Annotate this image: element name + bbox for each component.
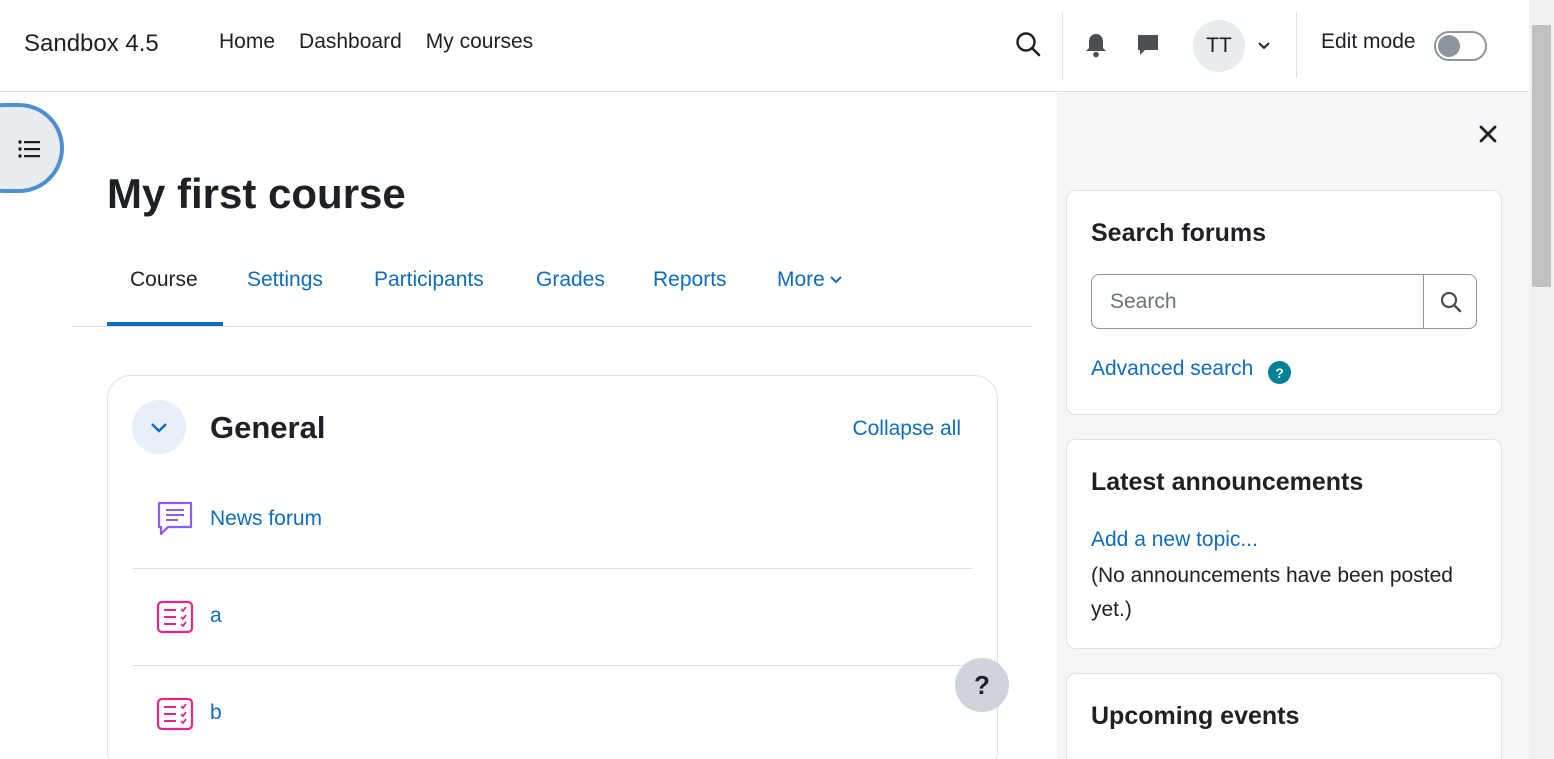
collapse-all-link[interactable]: Collapse all — [852, 417, 961, 441]
toggle-knob — [1438, 35, 1460, 57]
nav-link-dashboard[interactable]: Dashboard — [287, 30, 414, 54]
search-icon — [1440, 291, 1461, 312]
top-navbar: Sandbox 4.5 Home Dashboard My courses TT… — [0, 0, 1529, 92]
nav-link-my-courses[interactable]: My courses — [414, 30, 545, 54]
tab-settings[interactable]: Settings — [247, 268, 323, 292]
tab-course[interactable]: Course — [130, 268, 198, 292]
section-collapse-button[interactable] — [132, 400, 186, 454]
activity-link[interactable]: b — [210, 701, 222, 725]
activity-item: b — [132, 666, 973, 759]
edit-mode-toggle[interactable] — [1434, 31, 1487, 61]
course-secondary-nav: Course Settings Participants Grades Repo… — [72, 256, 1033, 327]
chevron-down-icon — [830, 276, 842, 284]
chevron-down-icon — [151, 423, 167, 433]
page-scrollbar[interactable] — [1529, 0, 1554, 759]
nav-link-home[interactable]: Home — [207, 30, 287, 54]
help-icon[interactable]: ? — [1268, 361, 1291, 384]
tab-reports[interactable]: Reports — [653, 268, 727, 292]
bell-icon[interactable] — [1084, 32, 1108, 58]
tab-grades[interactable]: Grades — [536, 268, 605, 292]
block-title: Latest announcements — [1091, 468, 1364, 496]
activity-item: News forum — [132, 472, 973, 569]
no-announcements-text: (No announcements have been posted yet.) — [1091, 564, 1453, 621]
list-icon — [18, 140, 40, 158]
block-upcoming-events: Upcoming events — [1066, 673, 1502, 759]
page-title: My first course — [107, 170, 406, 217]
navbar-divider — [1296, 12, 1297, 78]
block-search-forums: Search forums Advanced search ? — [1066, 190, 1502, 415]
tab-more[interactable]: More — [777, 268, 843, 292]
search-forums-group — [1091, 274, 1477, 329]
activity-link[interactable]: a — [210, 604, 222, 628]
activity-link[interactable]: News forum — [210, 507, 322, 531]
forum-icon[interactable] — [156, 500, 194, 538]
close-icon[interactable] — [1478, 124, 1498, 144]
section-title: General — [210, 410, 326, 445]
help-button[interactable]: ? — [955, 658, 1009, 712]
block-latest-announcements: Latest announcements Add a new topic... … — [1066, 439, 1502, 649]
search-icon[interactable] — [1014, 30, 1044, 60]
active-tab-indicator — [107, 322, 223, 326]
scrollbar-thumb[interactable] — [1532, 25, 1551, 287]
edit-mode-label: Edit mode — [1321, 30, 1416, 53]
chevron-down-icon[interactable] — [1256, 38, 1272, 54]
messages-icon[interactable] — [1136, 33, 1160, 57]
tab-participants[interactable]: Participants — [374, 268, 484, 292]
assignment-icon[interactable] — [156, 697, 194, 731]
navbar-divider — [1062, 12, 1063, 78]
site-brand[interactable]: Sandbox 4.5 — [24, 30, 159, 58]
tab-more-label: More — [777, 268, 825, 291]
add-topic-link[interactable]: Add a new topic... — [1091, 528, 1258, 552]
activity-item: a — [132, 569, 973, 666]
user-avatar[interactable]: TT — [1193, 20, 1245, 72]
search-input[interactable] — [1092, 275, 1424, 328]
block-title: Upcoming events — [1091, 702, 1300, 730]
search-submit-button[interactable] — [1423, 275, 1477, 328]
course-index-toggle[interactable] — [0, 103, 64, 193]
assignment-icon[interactable] — [156, 600, 194, 634]
block-title: Search forums — [1091, 219, 1267, 247]
course-section-general: General Collapse all News forum a b — [107, 375, 998, 759]
advanced-search-link[interactable]: Advanced search — [1091, 357, 1253, 381]
primary-nav: Home Dashboard My courses — [207, 30, 545, 54]
